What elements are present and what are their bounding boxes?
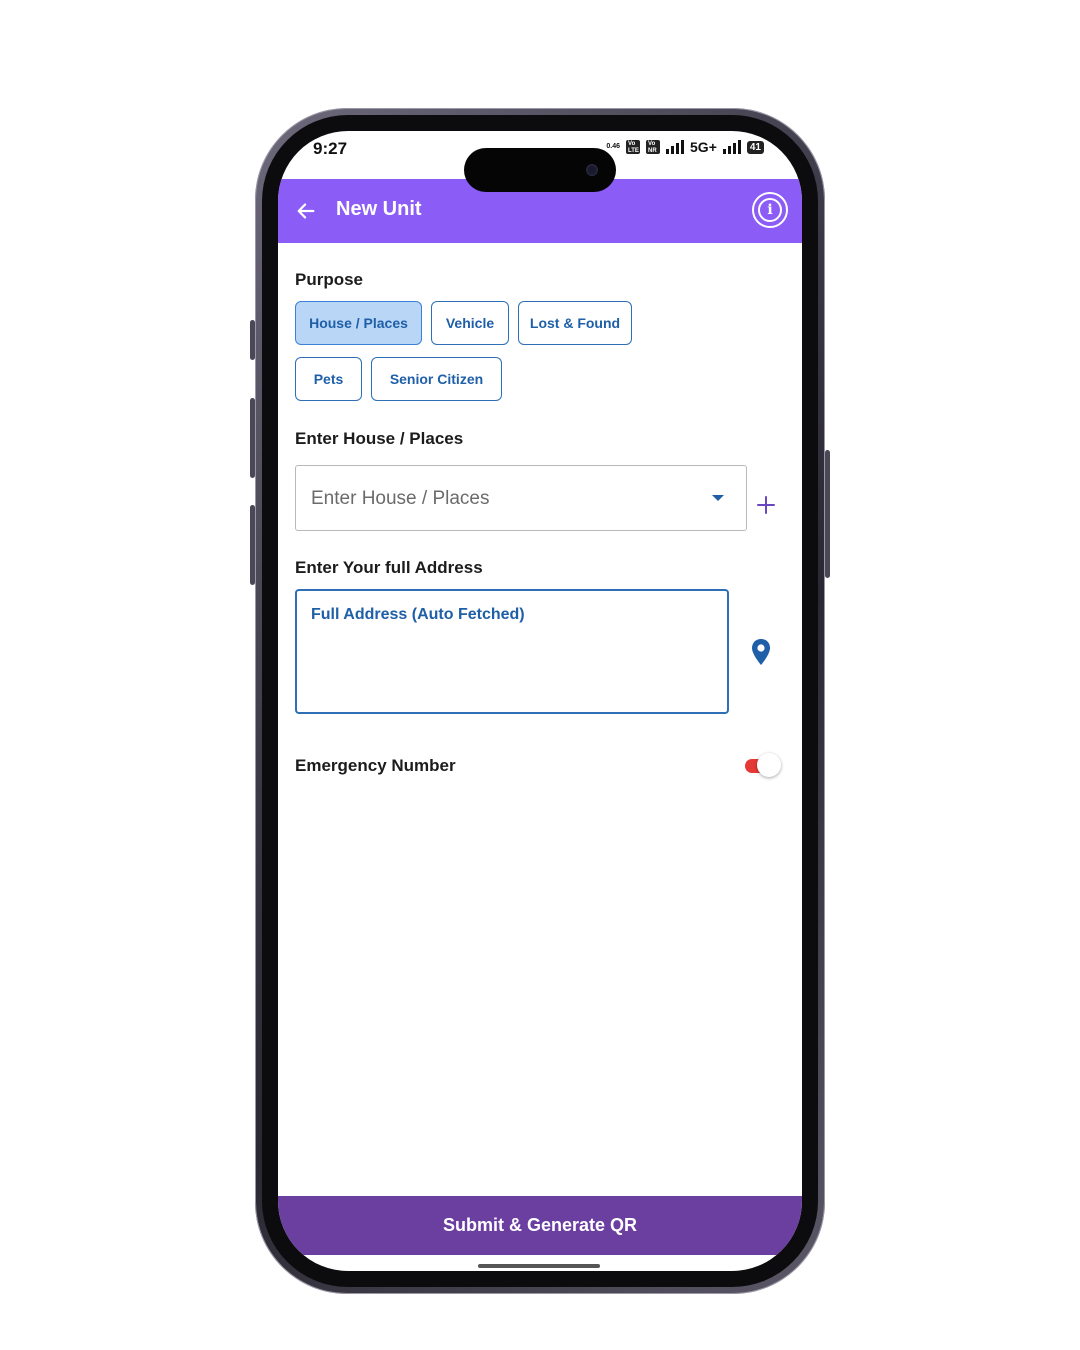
info-icon: i <box>758 198 782 222</box>
plus-icon <box>757 496 775 514</box>
network-speed: 0.46 <box>606 143 621 150</box>
add-house-place-button[interactable] <box>754 493 778 517</box>
info-button[interactable]: i <box>752 192 788 228</box>
emergency-number-toggle[interactable] <box>743 753 781 777</box>
purpose-option-lost-found[interactable]: Lost & Found <box>518 301 632 345</box>
phone-screen: 9:27 0.46 Vo LTE Vo NR 5G+ 41 New Unit i… <box>278 131 802 1271</box>
volte-chip: Vo LTE <box>626 140 641 154</box>
address-placeholder: Full Address (Auto Fetched) <box>311 606 525 623</box>
action-button <box>250 320 255 360</box>
purpose-option-senior-citizen[interactable]: Senior Citizen <box>371 357 502 401</box>
house-places-dropdown[interactable]: Enter House / Places <box>295 465 747 531</box>
back-button[interactable] <box>294 199 318 223</box>
home-indicator <box>478 1264 600 1268</box>
volume-up-button <box>250 398 255 478</box>
signal-icon <box>666 140 685 154</box>
purpose-label: Purpose <box>295 270 364 289</box>
address-textarea[interactable]: Full Address (Auto Fetched) <box>295 589 729 714</box>
purpose-option-pets[interactable]: Pets <box>295 357 362 401</box>
network-type: 5G+ <box>690 139 717 155</box>
house-places-label: Enter House / Places <box>295 429 464 448</box>
submit-generate-qr-button[interactable]: Submit & Generate QR <box>278 1196 802 1255</box>
status-icons: 0.46 Vo LTE Vo NR 5G+ 41 <box>606 139 764 155</box>
caret-down-icon <box>712 495 724 501</box>
toggle-knob <box>757 753 781 777</box>
stage: 9:27 0.46 Vo LTE Vo NR 5G+ 41 New Unit i… <box>0 0 1080 1350</box>
purpose-option-house-places[interactable]: House / Places <box>295 301 422 345</box>
arrow-left-icon <box>297 203 315 219</box>
volume-down-button <box>250 505 255 585</box>
purpose-option-vehicle[interactable]: Vehicle <box>431 301 509 345</box>
house-places-placeholder: Enter House / Places <box>311 488 490 509</box>
vonr-chip: Vo NR <box>646 140 661 154</box>
signal-icon-2 <box>722 140 741 154</box>
emergency-number-label: Emergency Number <box>295 756 456 775</box>
page-title: New Unit <box>336 198 422 220</box>
dynamic-island <box>464 148 616 192</box>
address-label: Enter Your full Address <box>295 558 483 577</box>
map-pin-icon <box>752 639 770 665</box>
power-button <box>825 450 830 578</box>
fetch-location-button[interactable] <box>750 638 772 666</box>
battery-icon: 41 <box>746 140 764 154</box>
status-time: 9:27 <box>313 139 348 158</box>
camera-icon <box>586 164 598 176</box>
